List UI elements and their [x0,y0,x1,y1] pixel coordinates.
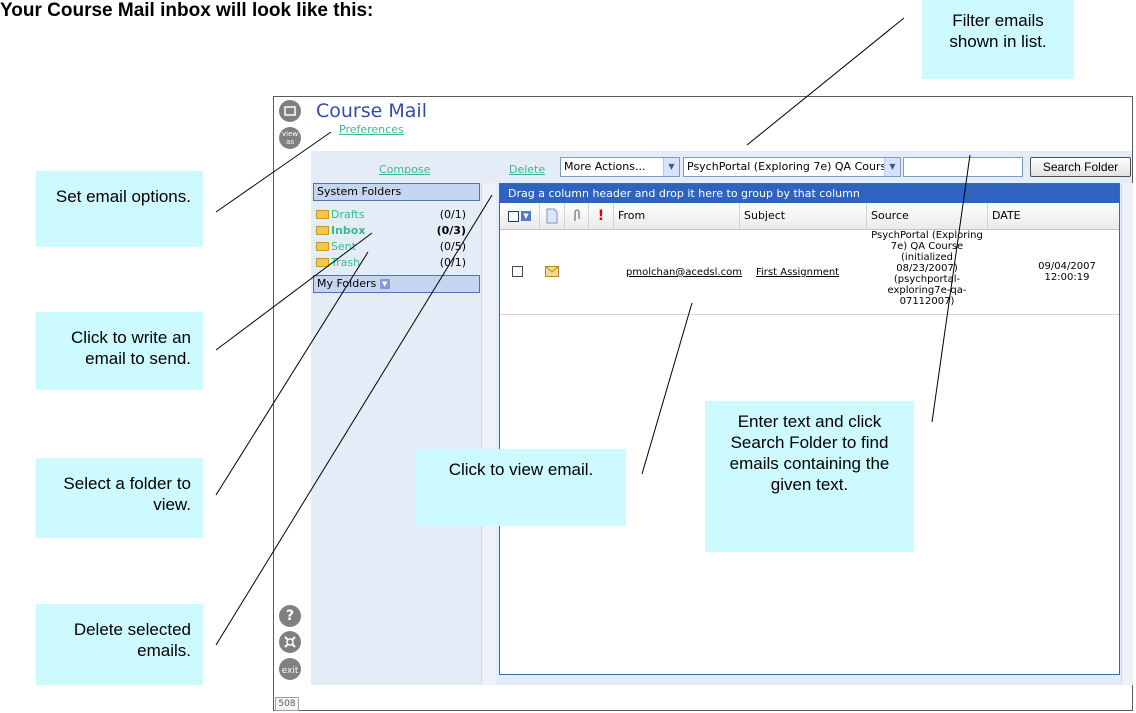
leader-line-compose [215,232,373,351]
leader-line-options [215,131,332,213]
leader-line-view [641,302,693,475]
leader-line-filter [746,17,905,146]
callout-leader-lines [215,17,971,646]
leader-line-delete [215,194,493,646]
leader-line-search [931,154,971,423]
leader-line-folder [215,251,369,496]
